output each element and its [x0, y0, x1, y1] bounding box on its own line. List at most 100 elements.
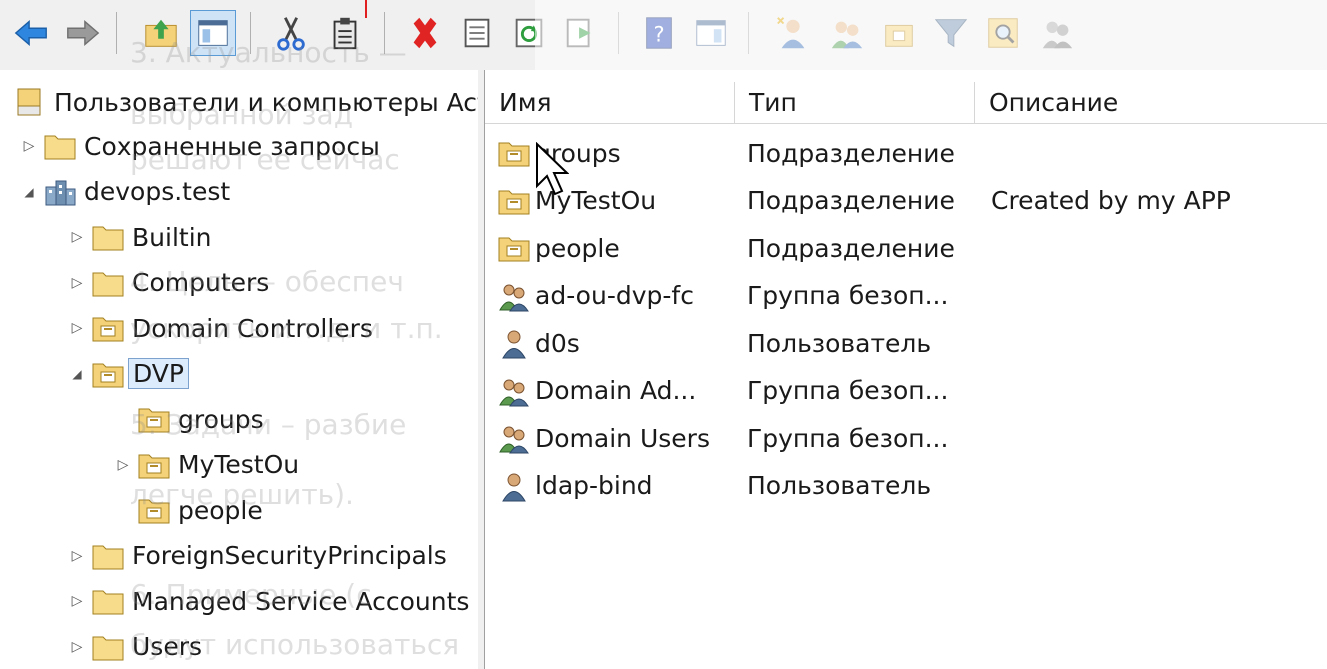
- tree-root-label: Пользователи и компьютеры Active Directo…: [54, 87, 478, 117]
- properties-button[interactable]: [454, 10, 500, 56]
- tree-item-people[interactable]: people: [112, 488, 267, 532]
- list-item-name: Domain Ad...: [535, 376, 697, 405]
- tree-item-devops-test[interactable]: ◢ devops.test: [18, 170, 234, 214]
- tree-item-domain-controllers[interactable]: ▷ Domain Controllers: [66, 306, 377, 350]
- expand-arrow-icon[interactable]: ▷: [66, 226, 88, 248]
- mouse-pointer-icon: [536, 142, 569, 196]
- ou-folder-icon: [134, 402, 174, 436]
- tree-item-label: DVP: [128, 358, 189, 389]
- list-item[interactable]: d0s Пользователь: [485, 320, 1327, 366]
- list-header: Имя Тип Описание: [485, 82, 1327, 124]
- folder-icon: [88, 630, 128, 664]
- console-tree-icon: [198, 20, 228, 46]
- expand-arrow-icon[interactable]: ▷: [66, 317, 88, 339]
- ou-icon: [495, 184, 533, 218]
- tree-item-users[interactable]: ▷ Users: [66, 625, 206, 669]
- tree-item-label: Managed Service Accounts: [132, 586, 470, 616]
- tree-item-mytestou[interactable]: ▷ MyTestOu: [112, 443, 303, 487]
- list-item[interactable]: Domain Users Группа безоп...: [485, 415, 1327, 461]
- list-cell-name: d0s: [495, 320, 580, 366]
- expand-arrow-icon[interactable]: ▷: [112, 454, 134, 476]
- tree-item-label: people: [178, 495, 263, 525]
- list-item[interactable]: Domain Ad... Группа безоп...: [485, 368, 1327, 414]
- folder-icon: [88, 584, 128, 618]
- pane-splitter[interactable]: [478, 70, 485, 669]
- ou-folder-icon: [88, 311, 128, 345]
- list-item-description: Created by my APP: [991, 186, 1231, 215]
- tree-item-managed-service-accounts[interactable]: ▷ Managed Service Accounts: [66, 579, 473, 623]
- column-header-name[interactable]: Имя: [485, 82, 735, 124]
- console-tree: Пользователи и компьютеры Active Directo…: [0, 70, 479, 669]
- folder-icon: [40, 129, 80, 163]
- list-item[interactable]: people Подразделение: [485, 225, 1327, 271]
- tree-item-foreignsecurityprincipals[interactable]: ▷ ForeignSecurityPrincipals: [66, 534, 451, 578]
- no-expander: [112, 499, 134, 521]
- ou-icon: [495, 136, 533, 170]
- list-item[interactable]: groups Подразделение: [485, 130, 1327, 176]
- tree-item-label: Users: [132, 632, 203, 661]
- tree-item-builtin[interactable]: ▷ Builtin: [66, 215, 215, 259]
- ou-folder-icon: [134, 493, 174, 527]
- folder-icon: [88, 220, 128, 254]
- list-item-name: Domain Users: [535, 423, 710, 453]
- list-cell-name: people: [495, 225, 620, 271]
- list-item-name: ad-ou-dvp-fc: [535, 281, 694, 310]
- up-level-button[interactable]: [138, 10, 184, 56]
- ou-folder-icon: [134, 448, 174, 482]
- clipboard-icon: [333, 17, 357, 50]
- tree-item-groups[interactable]: groups: [112, 397, 268, 441]
- properties-icon: [464, 18, 490, 48]
- console-tree-button[interactable]: [190, 10, 236, 56]
- arrow-right-icon: [67, 20, 100, 46]
- collapse-arrow-icon[interactable]: ◢: [66, 363, 88, 385]
- console-root-icon: [10, 85, 50, 119]
- tree-item-label: Builtin: [132, 222, 212, 252]
- collapse-arrow-icon[interactable]: ◢: [18, 181, 40, 203]
- paste-button[interactable]: [322, 10, 368, 56]
- list-cell-name: Domain Users: [495, 415, 710, 461]
- expand-arrow-icon[interactable]: ▷: [66, 636, 88, 658]
- list-item-type: Группа безоп...: [747, 281, 949, 310]
- expand-arrow-icon[interactable]: ▷: [66, 272, 88, 294]
- list-item[interactable]: ad-ou-dvp-fc Группа безоп...: [485, 273, 1327, 319]
- scissors-icon: [277, 17, 305, 51]
- folder-icon: [88, 266, 128, 300]
- folder-icon: [88, 539, 128, 573]
- group-icon: [495, 421, 533, 455]
- expand-arrow-icon[interactable]: ▷: [66, 545, 88, 567]
- delete-button[interactable]: [402, 10, 448, 56]
- list-cell-name: Domain Ad...: [495, 368, 696, 414]
- tree-item-сохраненные-запросы[interactable]: ▷ Сохраненные запросы: [18, 124, 384, 168]
- list-item[interactable]: MyTestOu Подразделение Created by my APP: [485, 178, 1327, 224]
- list-item-type: Подразделение: [747, 186, 955, 215]
- group-icon: [495, 279, 533, 313]
- list-cell-name: MyTestOu: [495, 178, 656, 224]
- tree-item-computers[interactable]: ▷ Computers: [66, 261, 273, 305]
- toolbar: ?: [0, 0, 1327, 70]
- expand-arrow-icon[interactable]: ▷: [18, 135, 40, 157]
- tree-item-label: groups: [178, 404, 264, 434]
- expand-arrow-icon[interactable]: ▷: [66, 590, 88, 612]
- forward-button[interactable]: [60, 10, 106, 56]
- group-icon: [495, 374, 533, 408]
- list-item-type: Пользователь: [747, 471, 932, 500]
- cut-button[interactable]: [268, 10, 314, 56]
- user-icon: [495, 469, 533, 503]
- text-cursor: [365, 0, 367, 18]
- column-header-type[interactable]: Тип: [735, 82, 975, 124]
- list-item-type: Группа безоп...: [747, 423, 949, 453]
- delete-x-icon: [413, 17, 437, 49]
- list-item-type: Пользователь: [747, 328, 932, 358]
- list-cell-name: ad-ou-dvp-fc: [495, 273, 694, 319]
- list-item-name: d0s: [535, 328, 580, 358]
- column-header-description[interactable]: Описание: [975, 82, 1327, 124]
- list-item[interactable]: ldap-bind Пользователь: [485, 463, 1327, 509]
- tree-item-dvp[interactable]: ◢ DVP: [66, 352, 189, 396]
- user-icon: [495, 326, 533, 360]
- tree-item-label: devops.test: [84, 177, 231, 206]
- tree-root[interactable]: Пользователи и компьютеры Active Directo…: [10, 80, 478, 124]
- back-button[interactable]: [8, 10, 54, 56]
- tree-item-label: Сохраненные запросы: [84, 131, 380, 161]
- folder-up-icon: [145, 19, 177, 47]
- list-item-name: people: [535, 233, 620, 263]
